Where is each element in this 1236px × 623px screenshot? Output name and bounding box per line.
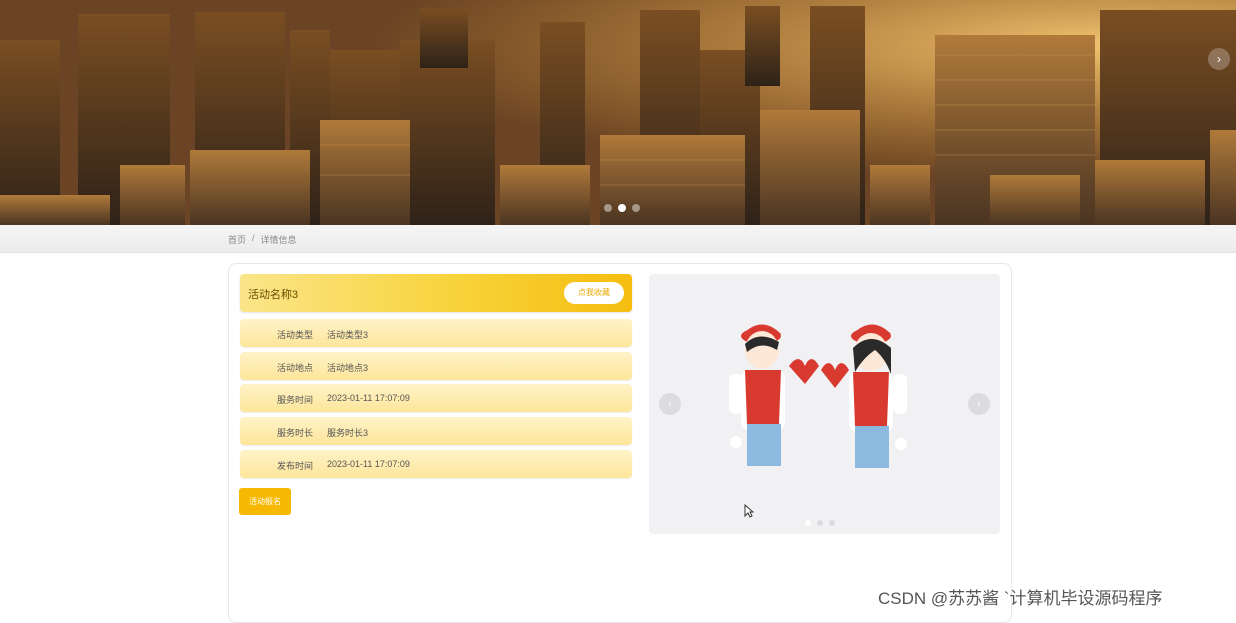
carousel-next-button[interactable]: › xyxy=(968,393,990,415)
field-value: 活动类型3 xyxy=(327,330,369,340)
volunteer-illustration xyxy=(729,324,907,468)
carousel-dot[interactable] xyxy=(829,520,835,526)
banner-dot[interactable] xyxy=(632,204,640,212)
banner-dot[interactable] xyxy=(604,204,612,212)
breadcrumb-home-link[interactable]: 首页 xyxy=(228,233,246,246)
collect-button[interactable]: 点我收藏 xyxy=(564,282,624,304)
field-value: 活动地点3 xyxy=(327,363,369,373)
banner-next-button[interactable]: › xyxy=(1208,48,1230,70)
detail-title-bar: 活动名称3 点我收藏 xyxy=(240,274,632,312)
field-row-service-time: 服务时间 2023-01-11 17:07:09 xyxy=(240,384,632,412)
activity-title: 活动名称3 xyxy=(248,289,299,301)
banner-pagination xyxy=(604,204,640,212)
breadcrumb-bar: 首页 / 详情信息 xyxy=(0,225,1236,253)
field-label: 活动地点 xyxy=(277,363,314,373)
carousel-pagination xyxy=(805,520,835,526)
watermark-text: CSDN @苏苏酱 `计算机毕设源码程序 xyxy=(878,589,1163,608)
field-row-publish-time: 发布时间 2023-01-11 17:07:09 xyxy=(240,450,632,478)
breadcrumb: 首页 / 详情信息 xyxy=(228,233,297,246)
carousel-dot[interactable] xyxy=(817,520,823,526)
mouse-cursor-icon xyxy=(744,504,754,518)
chevron-right-icon: › xyxy=(1217,52,1221,66)
image-carousel: ‹ › xyxy=(649,274,1000,534)
field-row-service-duration: 服务时长 服务时长3 xyxy=(240,417,632,445)
field-label: 服务时间 xyxy=(277,395,314,405)
carousel-prev-button[interactable]: ‹ xyxy=(659,393,681,415)
field-row-activity-location: 活动地点 活动地点3 xyxy=(240,352,632,380)
field-label: 服务时长 xyxy=(277,428,314,438)
chevron-right-icon: › xyxy=(977,398,981,410)
signup-button[interactable]: 活动报名 xyxy=(239,488,291,515)
breadcrumb-separator: / xyxy=(252,233,255,243)
field-value: 2023-01-11 17:07:09 xyxy=(327,393,410,403)
banner-dot-active[interactable] xyxy=(618,204,626,212)
field-value: 2023-01-11 17:07:09 xyxy=(327,459,410,469)
breadcrumb-current: 详情信息 xyxy=(260,235,297,245)
field-label: 活动类型 xyxy=(277,330,314,340)
field-value: 服务时长3 xyxy=(327,428,369,438)
field-row-activity-type: 活动类型 活动类型3 xyxy=(240,319,632,347)
city-skyline-image xyxy=(0,0,1236,225)
field-label: 发布时间 xyxy=(277,461,314,471)
hero-banner: › xyxy=(0,0,1236,225)
carousel-dot-active[interactable] xyxy=(805,520,811,526)
chevron-left-icon: ‹ xyxy=(668,398,672,410)
